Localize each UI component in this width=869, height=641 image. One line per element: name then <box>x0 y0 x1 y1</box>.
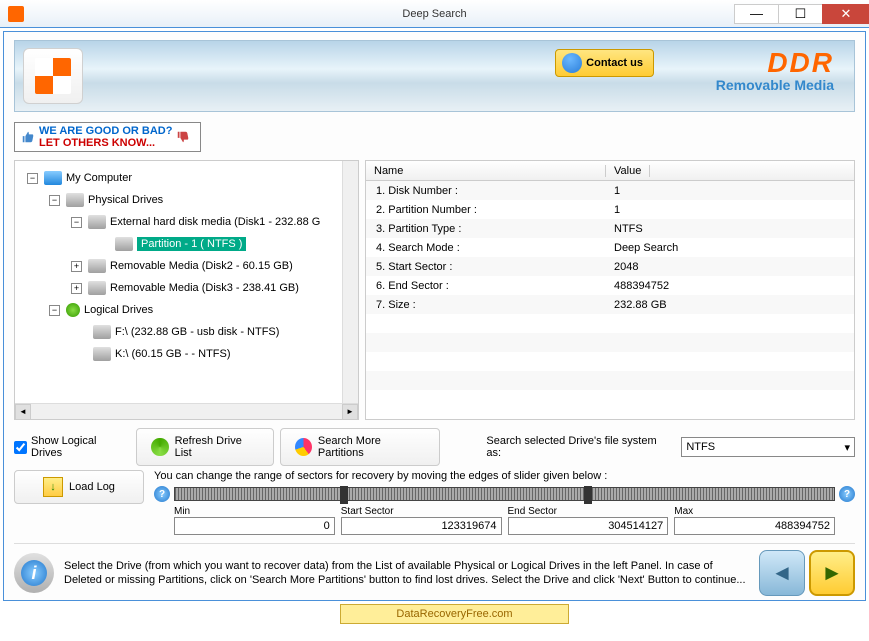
tree-node-physical[interactable]: − Physical Drives <box>19 189 354 211</box>
info-icon: i <box>14 553 54 593</box>
end-sector-input[interactable] <box>508 517 669 535</box>
tree-node-disk1[interactable]: − External hard disk media (Disk1 - 232.… <box>19 211 354 233</box>
property-row[interactable]: 2. Partition Number :1 <box>366 200 854 219</box>
hdd-icon <box>88 281 106 295</box>
tree-node-drive-f[interactable]: F:\ (232.88 GB - usb disk - NTFS) <box>19 321 354 343</box>
globe-icon <box>66 303 80 317</box>
person-icon <box>562 53 582 73</box>
tree-node-computer[interactable]: − My Computer <box>19 167 354 189</box>
pie-chart-icon <box>295 438 312 456</box>
start-sector-input[interactable] <box>341 517 502 535</box>
drive-icon <box>66 193 84 207</box>
scroll-left-icon[interactable]: ◄ <box>15 404 31 420</box>
tree-node-disk2[interactable]: + Removable Media (Disk2 - 60.15 GB) <box>19 255 354 277</box>
maximize-button[interactable]: ☐ <box>778 4 823 24</box>
footer-hint: Select the Drive (from which you want to… <box>64 559 749 588</box>
app-icon <box>8 6 24 22</box>
next-button[interactable]: ► <box>809 550 855 596</box>
tree-node-disk3[interactable]: + Removable Media (Disk3 - 238.41 GB) <box>19 277 354 299</box>
filesystem-label: Search selected Drive's file system as: <box>486 435 667 459</box>
contact-us-button[interactable]: Contact us <box>555 49 654 77</box>
expand-icon[interactable]: + <box>71 261 82 272</box>
download-icon: ↓ <box>43 477 63 497</box>
properties-panel: Name Value 1. Disk Number :12. Partition… <box>365 160 855 420</box>
minimize-button[interactable]: — <box>734 4 779 24</box>
scroll-right-icon[interactable]: ► <box>342 404 358 420</box>
slider-description: You can change the range of sectors for … <box>154 470 855 482</box>
property-row[interactable]: 5. Start Sector :2048 <box>366 257 854 276</box>
horizontal-scrollbar[interactable]: ◄ ► <box>15 403 358 419</box>
sector-range-slider[interactable] <box>174 487 835 501</box>
max-sector-input[interactable] <box>674 517 835 535</box>
app-logo <box>23 48 83 104</box>
header-banner: Contact us DDR Removable Media <box>14 40 855 112</box>
property-row[interactable]: 3. Partition Type :NTFS <box>366 219 854 238</box>
chevron-down-icon: ▾ <box>844 441 850 454</box>
help-icon[interactable]: ? <box>154 486 170 502</box>
hdd-icon <box>88 215 106 229</box>
help-icon[interactable]: ? <box>839 486 855 502</box>
expand-icon[interactable]: + <box>71 283 82 294</box>
property-row[interactable]: 4. Search Mode :Deep Search <box>366 238 854 257</box>
thumbs-up-icon <box>21 130 35 144</box>
url-banner[interactable]: DataRecoveryFree.com <box>340 604 569 624</box>
tree-node-partition1[interactable]: Partition - 1 ( NTFS ) <box>19 233 354 255</box>
property-row[interactable]: 1. Disk Number :1 <box>366 181 854 200</box>
load-log-button[interactable]: ↓ Load Log <box>14 470 144 504</box>
close-button[interactable]: ✕ <box>822 4 869 24</box>
slider-handle-start[interactable] <box>340 486 348 504</box>
tree-node-logical[interactable]: − Logical Drives <box>19 299 354 321</box>
survey-button[interactable]: WE ARE GOOD OR BAD? LET OTHERS KNOW... <box>14 122 201 152</box>
refresh-icon <box>151 438 168 456</box>
min-sector-input[interactable] <box>174 517 335 535</box>
window-title: Deep Search <box>402 8 466 20</box>
collapse-icon[interactable]: − <box>49 305 60 316</box>
drive-tree-panel: − My Computer − Physical Drives − Extern… <box>14 160 359 420</box>
properties-header: Name Value <box>366 161 854 181</box>
vertical-scrollbar[interactable] <box>342 161 358 403</box>
property-row[interactable]: 6. End Sector :488394752 <box>366 276 854 295</box>
slider-handle-end[interactable] <box>584 486 592 504</box>
show-logical-checkbox[interactable]: Show Logical Drives <box>14 435 126 459</box>
drive-icon <box>93 325 111 339</box>
thumbs-down-icon <box>176 130 190 144</box>
filesystem-select[interactable]: NTFS ▾ <box>681 437 855 457</box>
partition-icon <box>115 237 133 251</box>
refresh-drive-list-button[interactable]: Refresh Drive List <box>136 428 273 466</box>
collapse-icon[interactable]: − <box>27 173 38 184</box>
collapse-icon[interactable]: − <box>49 195 60 206</box>
collapse-icon[interactable]: − <box>71 217 82 228</box>
hdd-icon <box>88 259 106 273</box>
back-button[interactable]: ◄ <box>759 550 805 596</box>
tree-node-drive-k[interactable]: K:\ (60.15 GB - - NTFS) <box>19 343 354 365</box>
brand-logo: DDR Removable Media <box>716 47 834 93</box>
search-more-partitions-button[interactable]: Search More Partitions <box>280 428 441 466</box>
title-bar: Deep Search — ☐ ✕ <box>0 0 869 28</box>
drive-icon <box>93 347 111 361</box>
property-row[interactable]: 7. Size :232.88 GB <box>366 295 854 314</box>
computer-icon <box>44 171 62 185</box>
